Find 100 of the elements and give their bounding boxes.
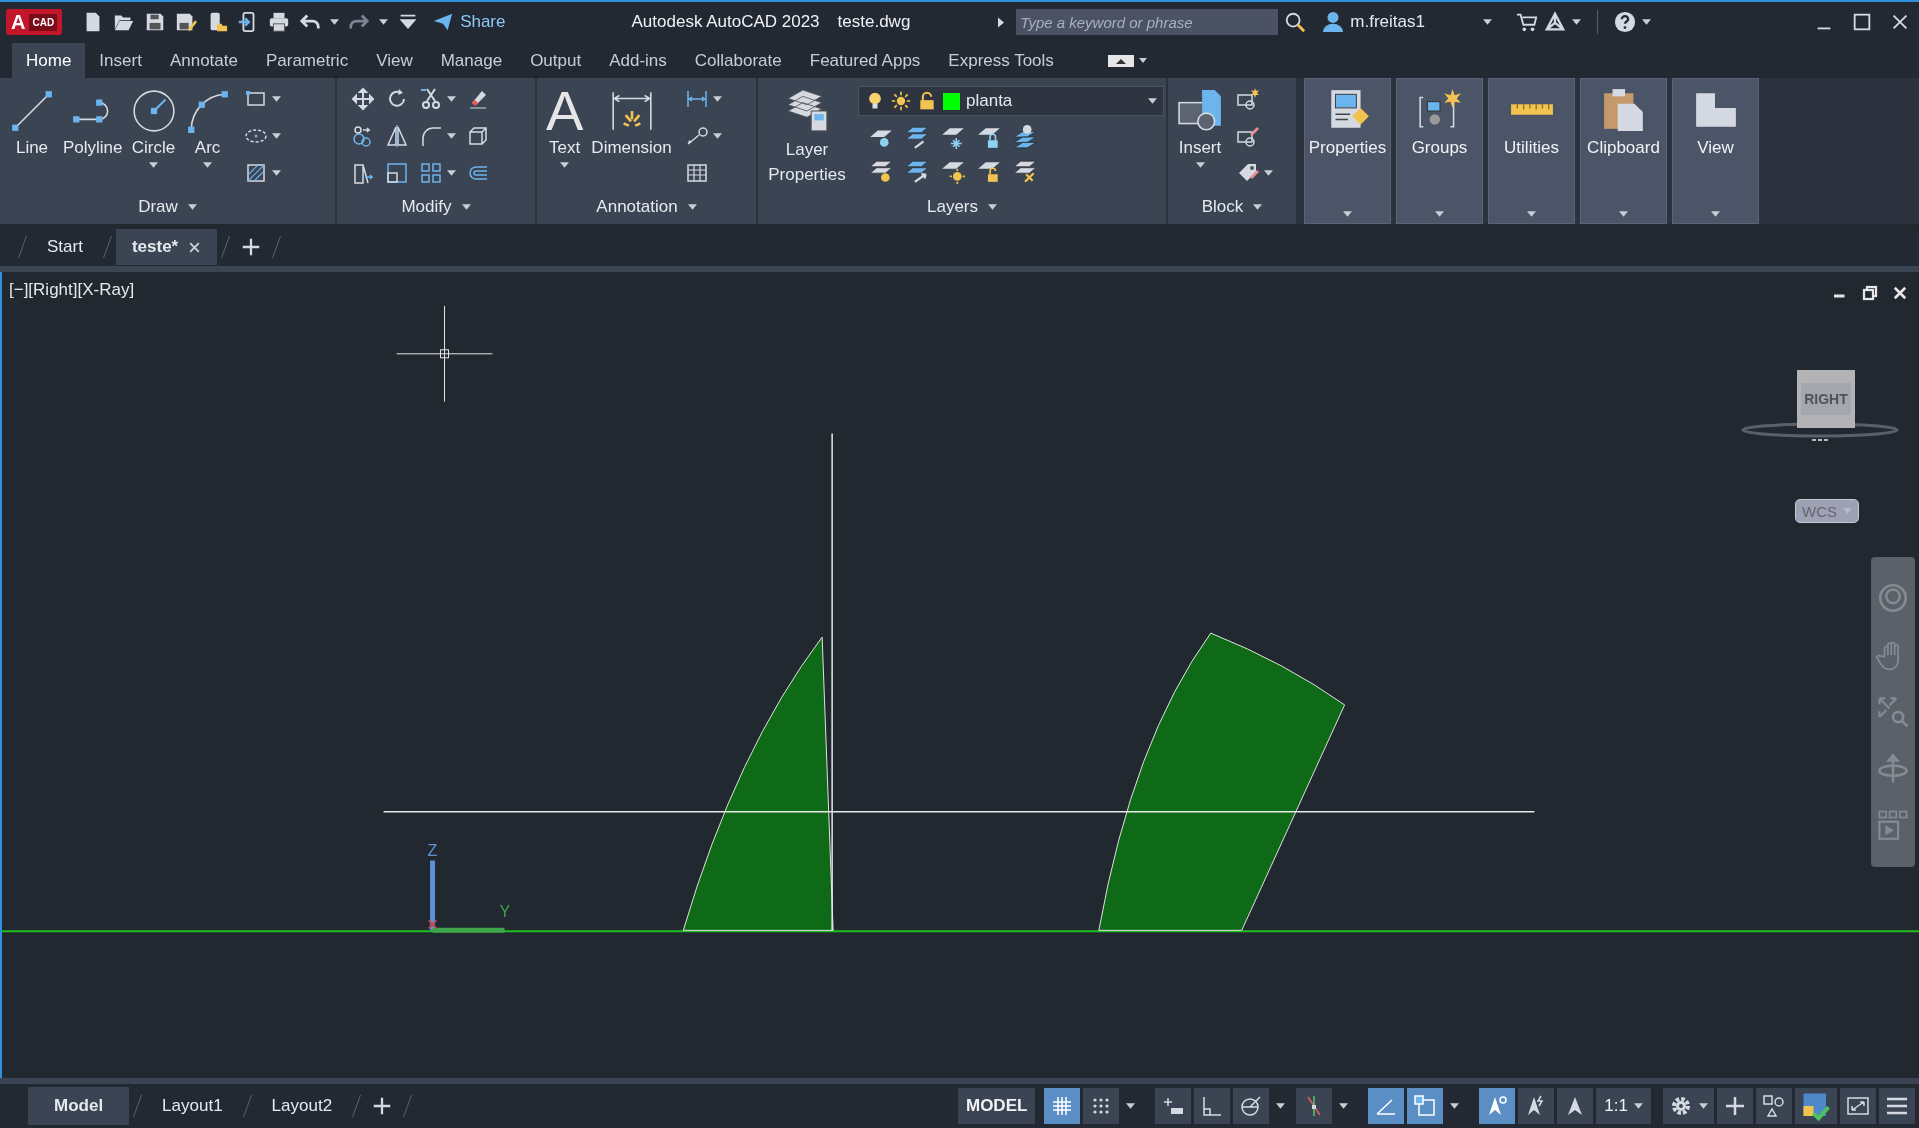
layout-tab[interactable]: Layout1 [146, 1087, 239, 1125]
layout-tab[interactable]: Layout2 [255, 1087, 349, 1125]
panel-title[interactable]: Layers [921, 194, 1003, 220]
edit-block-icon[interactable] [1236, 124, 1260, 148]
caret-icon[interactable] [1642, 19, 1652, 25]
caret-icon[interactable] [1572, 19, 1582, 25]
caret-icon[interactable] [1276, 1103, 1286, 1109]
ribbon-tab[interactable]: Annotate [155, 43, 252, 78]
ribbon-tool-button[interactable]: A Text [543, 86, 587, 170]
app-logo[interactable]: A CAD [6, 9, 63, 35]
caret-icon[interactable] [447, 170, 456, 176]
settings-button[interactable] [1663, 1088, 1714, 1124]
ribbon-tab[interactable]: Manage [426, 43, 517, 78]
status-toggle-button[interactable] [1368, 1088, 1405, 1124]
file-tab[interactable]: teste* [115, 229, 218, 265]
ribbon-tool-button[interactable]: Polyline [60, 86, 126, 161]
status-toggle-button[interactable] [1479, 1088, 1516, 1124]
share-button[interactable]: Share [432, 11, 506, 33]
status-toggle-button[interactable] [1233, 1088, 1270, 1124]
ribbon-tool-button[interactable]: Insert [1174, 86, 1226, 170]
ribbon-tool-button[interactable]: Circle [127, 86, 180, 170]
isolate-objects-button[interactable] [1756, 1088, 1792, 1124]
layer-isolate-icon[interactable] [904, 124, 930, 150]
caret-icon[interactable] [1450, 1103, 1460, 1109]
ribbon-tab[interactable]: Insert [85, 43, 156, 78]
status-toggle-button[interactable] [1557, 1088, 1594, 1124]
ribbon-tool-button[interactable]: Line [6, 86, 58, 161]
array-icon[interactable] [419, 161, 443, 185]
caret-icon[interactable] [1483, 19, 1493, 25]
layer-on-icon[interactable] [868, 158, 894, 184]
ribbon-tab[interactable]: Add-ins [595, 43, 681, 78]
search-field[interactable]: Type a keyword or phrase [1016, 9, 1279, 35]
panel-title[interactable]: Annotation [590, 194, 703, 220]
caret-icon[interactable] [447, 133, 456, 139]
collapsed-panel-button[interactable]: Utilities [1488, 78, 1575, 224]
ribbon-tab[interactable]: Express Tools [934, 43, 1068, 78]
search-icon[interactable] [1284, 11, 1307, 33]
status-toggle-button[interactable] [1407, 1088, 1444, 1124]
scale-icon[interactable] [385, 161, 409, 185]
ribbon-tool-button[interactable]: Dimension [588, 86, 675, 161]
clean-screen-button[interactable] [1840, 1088, 1876, 1124]
help-icon[interactable] [1614, 11, 1637, 33]
status-toggle-button[interactable] [1044, 1088, 1081, 1124]
status-toggle-button[interactable] [1155, 1088, 1192, 1124]
panel-title[interactable]: Modify [395, 194, 477, 220]
stretch-icon[interactable] [351, 161, 375, 185]
trim-icon[interactable] [419, 87, 443, 111]
ribbon-tool-button[interactable]: Layer Properties [764, 86, 850, 189]
triangle-icon[interactable] [1544, 11, 1567, 33]
add-button[interactable] [1717, 1088, 1753, 1124]
collapsed-panel-button[interactable]: Properties [1304, 78, 1391, 224]
panel-title[interactable]: Block [1195, 194, 1269, 220]
caret-icon[interactable] [1264, 170, 1273, 176]
status-toggle-button[interactable] [1518, 1088, 1555, 1124]
caret-icon[interactable] [712, 96, 722, 102]
save-as-icon[interactable] [175, 11, 198, 33]
caret-icon[interactable] [712, 133, 722, 139]
caret-icon[interactable] [1126, 1103, 1136, 1109]
ribbon-tab[interactable]: Featured Apps [795, 43, 935, 78]
hardware-acceleration-button[interactable] [1795, 1088, 1837, 1124]
fillet-icon[interactable] [419, 124, 443, 148]
move-icon[interactable] [351, 87, 375, 111]
caret-icon[interactable] [271, 133, 281, 139]
ribbon-tool-button[interactable]: Arc [181, 86, 234, 170]
status-toggle-button[interactable] [1296, 1088, 1333, 1124]
ribbon-tab[interactable]: Collaborate [680, 43, 796, 78]
caret-icon[interactable] [447, 96, 456, 102]
caret-icon[interactable] [271, 96, 281, 102]
status-toggle-button[interactable] [1083, 1088, 1120, 1124]
close-icon[interactable] [1891, 284, 1909, 302]
ribbon-tab[interactable]: Home [12, 43, 86, 78]
layer-stack-icon[interactable] [1012, 124, 1038, 150]
ribbon-tab[interactable]: View [362, 43, 427, 78]
model-space-button[interactable]: MODEL [957, 1088, 1036, 1124]
create-block-icon[interactable] [1236, 87, 1260, 111]
ribbon-tab[interactable]: Output [516, 43, 596, 78]
user-name[interactable]: m.freitas1 [1350, 12, 1425, 32]
cart-icon[interactable] [1516, 11, 1539, 33]
collapsed-panel-button[interactable]: Clipboard [1580, 78, 1667, 224]
restore-icon[interactable] [1861, 284, 1879, 302]
panel-title[interactable]: Draw [132, 194, 203, 220]
layer-walk-icon[interactable] [904, 158, 930, 184]
mirror-icon[interactable] [385, 124, 409, 148]
viewport-controls-label[interactable]: [−][Right][X-Ray] [9, 280, 135, 300]
expand-arrow-icon[interactable] [998, 16, 1005, 28]
caret-icon[interactable] [1339, 1103, 1349, 1109]
customization-button[interactable] [1879, 1088, 1915, 1124]
caret-icon[interactable] [271, 170, 281, 176]
table-icon[interactable] [684, 161, 709, 185]
layout-tab[interactable]: Model [28, 1087, 130, 1125]
cube-icon[interactable] [466, 124, 490, 148]
collapsed-panel-button[interactable]: View [1672, 78, 1759, 224]
layer-dropdown[interactable]: planta [858, 86, 1164, 116]
annotation-scale-button[interactable]: 1:1 [1596, 1088, 1651, 1124]
layer-merge-icon[interactable] [1012, 158, 1038, 184]
close-icon[interactable] [188, 240, 202, 254]
caret-icon[interactable] [379, 19, 389, 25]
status-toggle-button[interactable] [1194, 1088, 1231, 1124]
print-icon[interactable] [268, 11, 291, 33]
file-tab[interactable]: Start [31, 229, 99, 265]
